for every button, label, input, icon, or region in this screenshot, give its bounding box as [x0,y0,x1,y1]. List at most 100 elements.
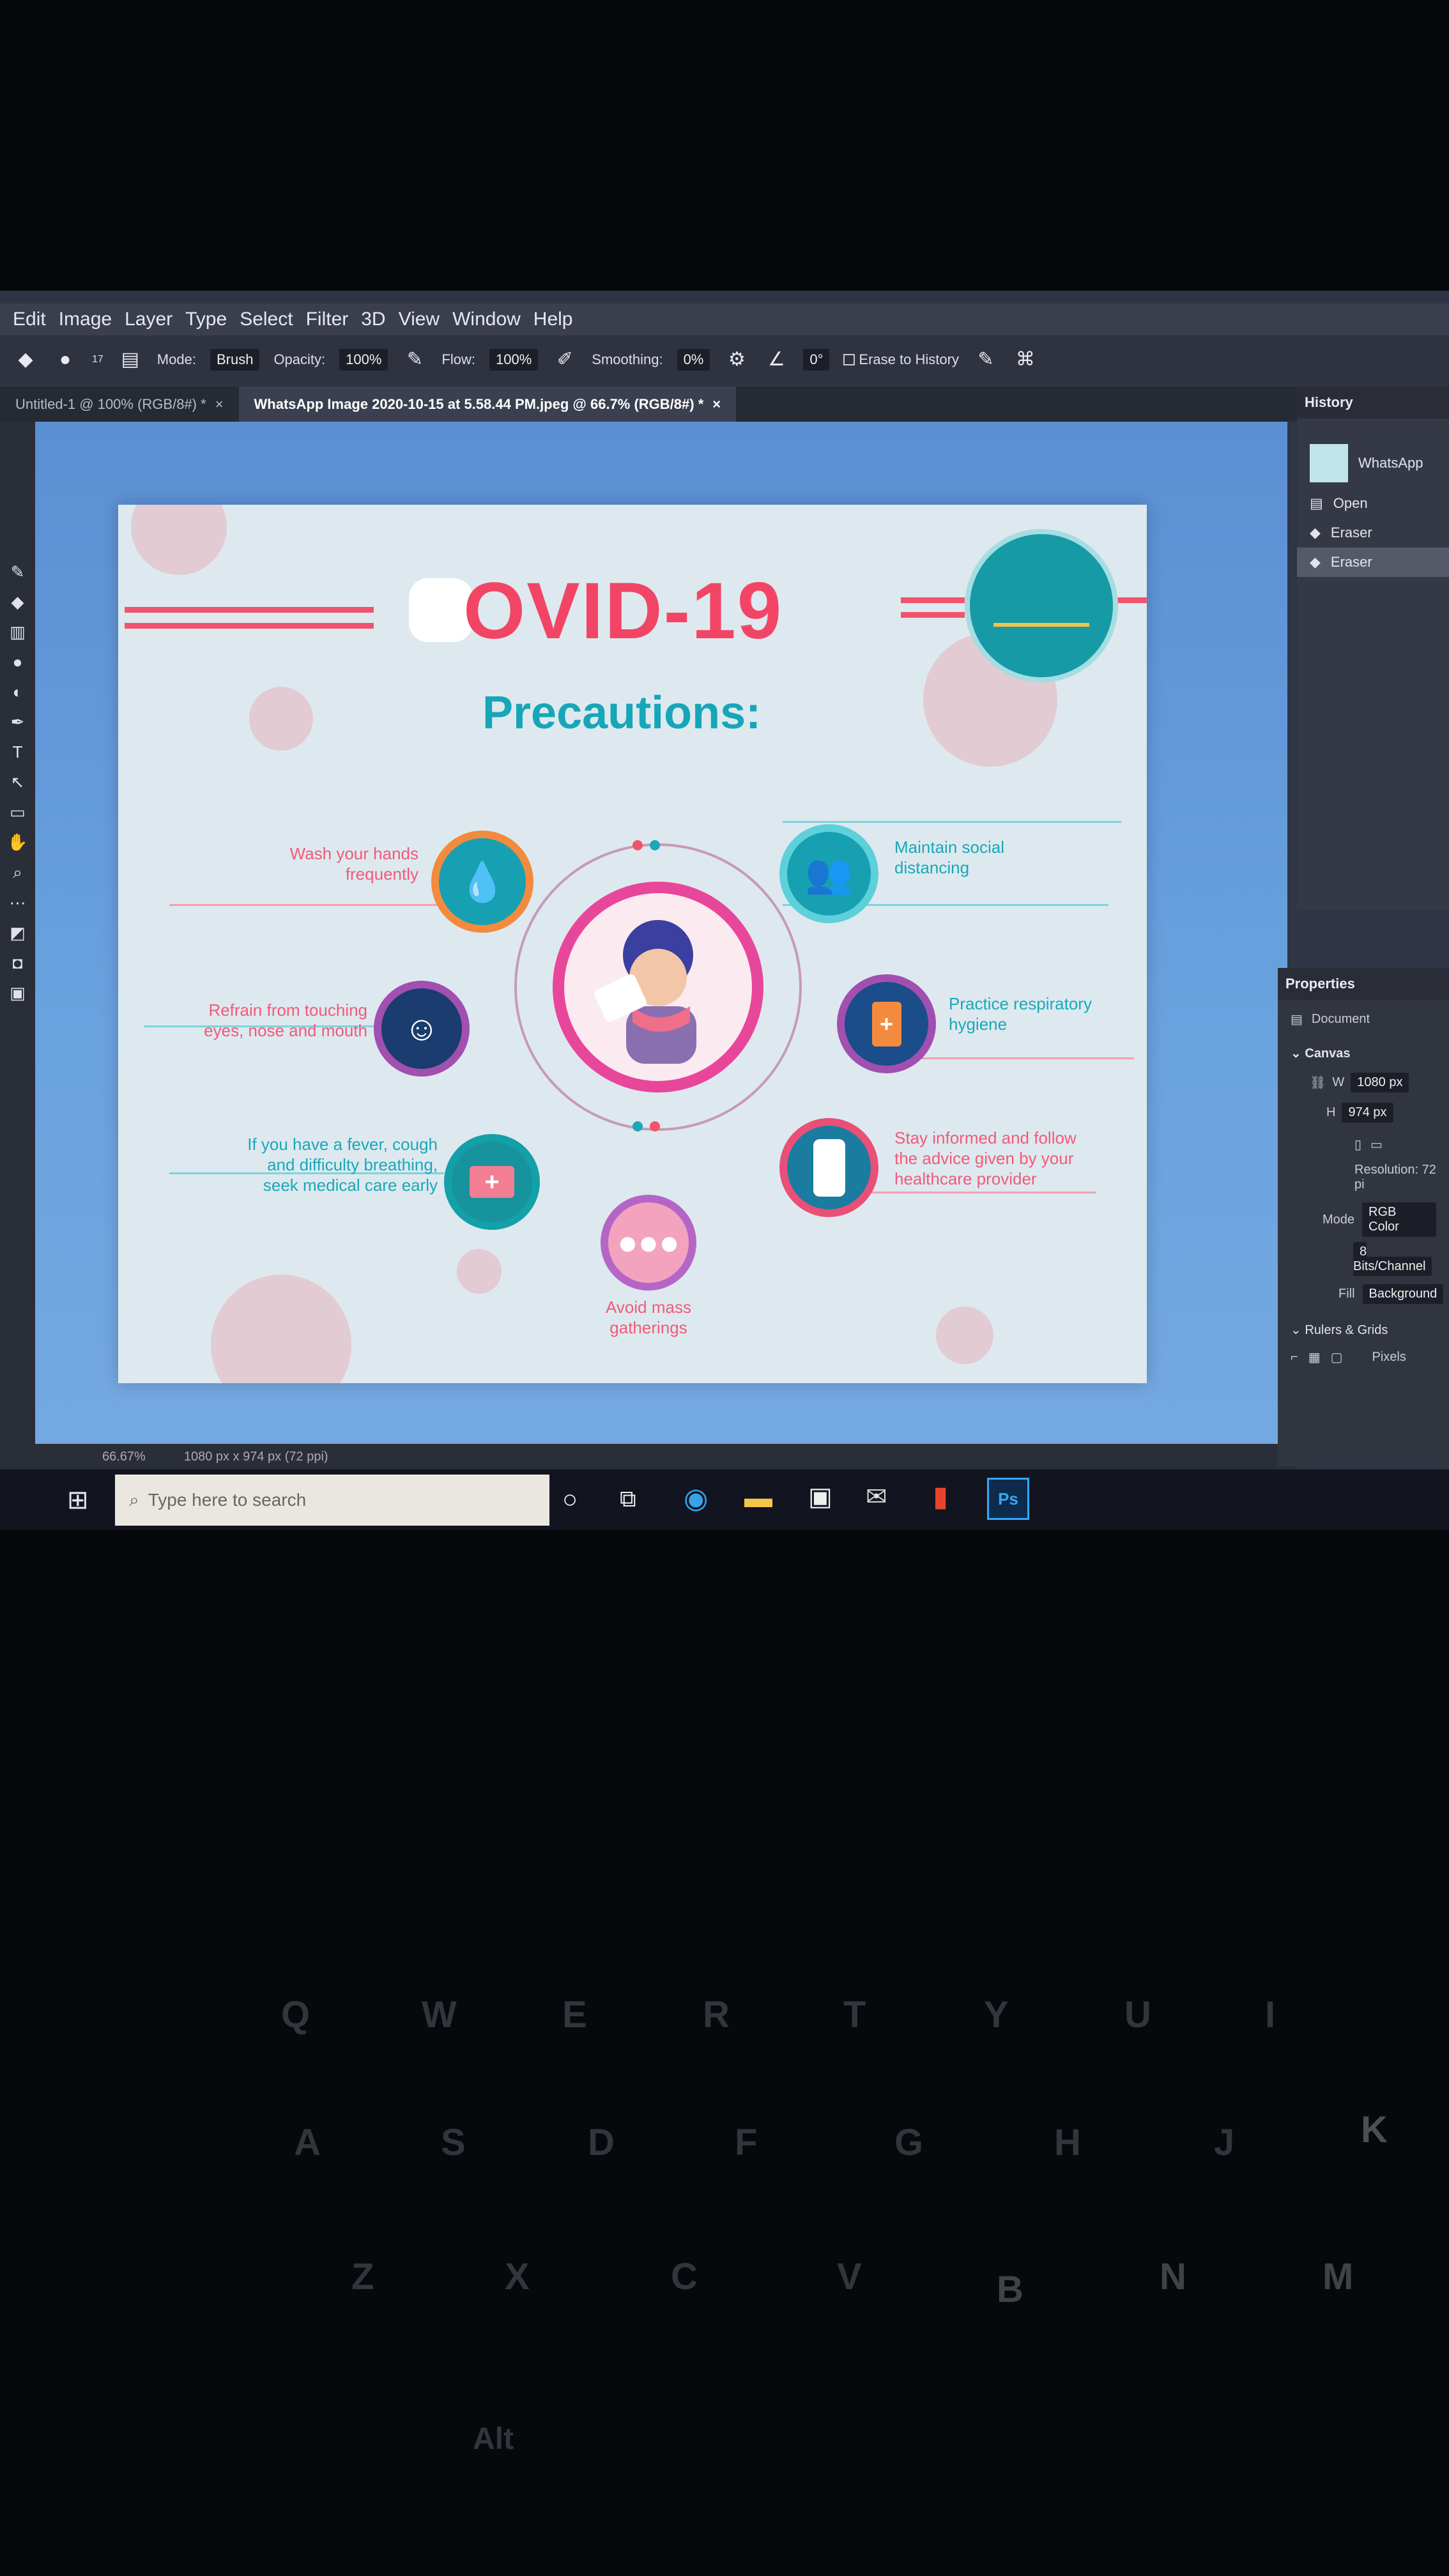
menu-window[interactable]: Window [452,309,521,330]
close-icon[interactable]: × [712,396,721,413]
angle-input[interactable]: 0° [803,348,830,371]
height-row: H 974 px [1278,1098,1449,1128]
edge-icon[interactable]: ◉ [684,1482,708,1515]
blur-tool-icon[interactable]: ● [13,652,23,672]
bit-depth-select[interactable]: 8 Bits/Channel [1353,1242,1432,1276]
flow-input[interactable]: 100% [489,348,539,371]
canvas-area[interactable]: OVID-19 Precautions: Wash your hands fre… [35,422,1287,1444]
history-item-eraser[interactable]: ◆ Eraser [1297,548,1449,577]
ruler-icon[interactable]: ⌐ [1291,1350,1298,1365]
history-item-label: Eraser [1330,525,1372,540]
taskbar-search[interactable]: ⌕ Type here to search [115,1475,549,1526]
school-logo-icon [965,529,1118,682]
mail-icon[interactable]: ✉ [866,1482,887,1512]
face-touch-icon: ☺ [374,981,470,1077]
ring-dot [650,840,660,850]
menu-edit[interactable]: Edit [13,309,46,330]
fill-select[interactable]: Background [1362,1284,1444,1304]
menu-3d[interactable]: 3D [361,309,385,330]
rulers-grids-header[interactable]: ⌄ Rulers & Grids [1278,1309,1449,1343]
menu-layer[interactable]: Layer [125,309,172,330]
dodge-tool-icon[interactable]: ◐ [13,682,23,702]
brush-settings-icon[interactable]: ▤ [118,347,143,372]
bits-row: 8 Bits/Channel [1278,1242,1449,1279]
symmetry-icon[interactable]: ⌘ [1013,347,1038,372]
cortana-icon[interactable]: ○ [562,1485,578,1514]
menu-view[interactable]: View [399,309,440,330]
virus-decoration-icon [131,505,227,575]
history-item-eraser[interactable]: ◆ Eraser [1297,518,1449,548]
guides-icon[interactable]: ▢ [1331,1349,1343,1365]
history-item-open[interactable]: ▤ Open [1297,489,1449,518]
more-tools-icon[interactable]: ⋯ [10,893,26,913]
pressure-size-icon[interactable]: ✎ [973,347,999,372]
zoom-tool-icon[interactable]: ⌕ [13,862,22,883]
landscape-icon[interactable]: ▭ [1370,1137,1383,1153]
properties-panel: Properties ▤ Document ⌄ Canvas ⛓ W 1080 … [1278,968,1449,1466]
zoom-level[interactable]: 66.67% [102,1450,146,1464]
color-mode-select[interactable]: RGB Color [1362,1202,1436,1237]
units-select[interactable]: Pixels [1372,1350,1406,1365]
hand-tool-icon[interactable]: ✋ [7,832,27,852]
task-view-icon[interactable]: ⧉ [620,1485,636,1513]
canvas-section-header[interactable]: ⌄ Canvas [1278,1039,1449,1068]
tab-whatsapp-image[interactable]: WhatsApp Image 2020-10-15 at 5.58.44 PM.… [238,387,737,422]
link-icon[interactable]: ⛓ [1310,1075,1326,1091]
poster-subtitle: Precautions: [482,687,762,739]
eraser-icon: ◆ [1310,525,1321,540]
type-tool-icon[interactable]: T [13,742,23,762]
tip-refrain-touching: Refrain from touching eyes, nose and mou… [204,1000,367,1040]
erase-history-checkbox[interactable]: Erase to History [843,351,959,368]
key-b: B [997,2269,1023,2310]
menu-filter[interactable]: Filter [306,309,349,330]
path-select-icon[interactable]: ↖ [11,772,25,792]
color-swatches-icon[interactable]: ◩ [10,923,26,943]
rectangle-tool-icon[interactable]: ▭ [10,802,26,822]
brush-tool-icon[interactable]: ✎ [11,562,25,582]
eraser-tool-icon[interactable]: ◆ [12,592,24,612]
menu-type[interactable]: Type [185,309,227,330]
screen-mode-icon[interactable]: ▣ [10,983,26,1003]
tip-wash-hands: Wash your hands frequently [289,844,418,884]
key-v: V [837,2256,862,2297]
tab-label: Untitled-1 @ 100% (RGB/8#) * [15,395,206,412]
office-icon[interactable]: ▮ [933,1480,948,1513]
eraser-tool-icon[interactable]: ◆ [13,347,38,372]
key-j: J [1214,2122,1235,2163]
checkbox-box[interactable] [843,353,855,365]
medical-kit-icon: + [444,1134,540,1230]
properties-title[interactable]: Properties [1278,968,1449,1000]
pressure-opacity-icon[interactable]: ✎ [402,347,427,372]
connector-line [169,904,438,906]
tip-stay-informed: Stay informed and follow the advice give… [894,1128,1077,1188]
document-canvas[interactable]: OVID-19 Precautions: Wash your hands fre… [118,505,1147,1383]
menu-image[interactable]: Image [59,309,112,330]
grid-icon[interactable]: ▦ [1308,1349,1321,1365]
pen-tool-icon[interactable]: ✒ [11,712,25,732]
tab-untitled[interactable]: Untitled-1 @ 100% (RGB/8#) * × [0,387,239,422]
menu-select[interactable]: Select [240,309,293,330]
brush-preset-icon[interactable]: ● [52,347,78,372]
search-icon: ⌕ [129,1489,139,1510]
status-bar: 66.67% 1080 px x 974 px (72 ppi) [0,1444,1297,1469]
menu-help[interactable]: Help [533,309,573,330]
width-input[interactable]: 1080 px [1351,1073,1409,1092]
airbrush-icon[interactable]: ✐ [552,347,578,372]
mode-select[interactable]: Brush [210,348,260,371]
tip-fever-care: If you have a fever, cough and difficult… [247,1135,438,1195]
opacity-input[interactable]: 100% [339,348,388,371]
gear-icon[interactable]: ⚙ [724,347,749,372]
gradient-tool-icon[interactable]: ▥ [10,622,26,642]
history-title[interactable]: History [1297,387,1449,418]
close-icon[interactable]: × [215,396,224,413]
history-snapshot[interactable]: WhatsApp [1297,438,1449,489]
portrait-icon[interactable]: ▯ [1354,1137,1361,1153]
windows-start-icon[interactable]: ⊞ [67,1485,89,1515]
document-icon: ▤ [1310,495,1323,511]
store-icon[interactable]: ▣ [808,1482,832,1512]
height-input[interactable]: 974 px [1342,1103,1393,1123]
smoothing-input[interactable]: 0% [677,348,710,371]
file-explorer-icon[interactable]: ▬ [744,1482,772,1514]
quick-mask-icon[interactable]: ◘ [13,953,23,973]
photoshop-taskbar-icon[interactable]: Ps [987,1478,1029,1520]
